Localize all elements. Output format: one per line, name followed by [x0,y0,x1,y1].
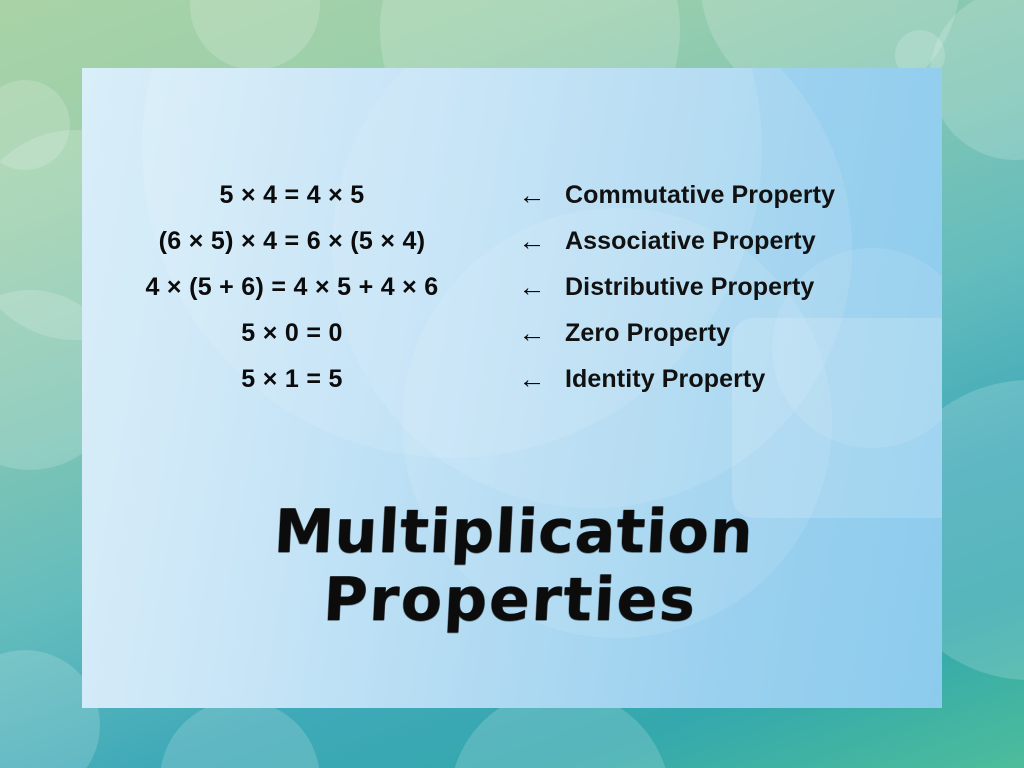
equation-identity: 5 × 1 = 5 [241,364,343,393]
left-arrow-icon: ← [518,179,546,210]
equation-zero: 5 × 0 = 0 [241,318,343,347]
title-line-2: Properties [321,565,699,636]
table-row: (6 × 5) × 4 = 6 × (5 × 4) ← Associative … [82,218,942,264]
left-arrow-icon: ← [518,271,546,302]
label-identity-property: Identity Property [565,364,766,393]
equation-distributive: 4 × (5 + 6) = 4 × 5 + 4 × 6 [145,272,439,301]
table-row: 5 × 1 = 5 ← Identity Property [82,356,942,402]
left-arrow-icon: ← [518,363,546,394]
properties-table: 5 × 4 = 4 × 5 ← Commutative Property (6 … [82,172,942,402]
table-row: 4 × (5 + 6) = 4 × 5 + 4 × 6 ← Distributi… [82,264,942,310]
left-arrow-icon: ← [518,225,546,256]
table-row: 5 × 0 = 0 ← Zero Property [82,310,942,356]
equation-associative: (6 × 5) × 4 = 6 × (5 × 4) [158,226,426,255]
title-line-1: Multiplication [272,497,756,567]
label-commutative-property: Commutative Property [565,180,836,209]
table-row: 5 × 4 = 4 × 5 ← Commutative Property [82,172,942,218]
page-title: Multiplication Properties [82,497,942,636]
slide-card: 5 × 4 = 4 × 5 ← Commutative Property (6 … [82,68,942,708]
label-distributive-property: Distributive Property [565,272,815,301]
label-associative-property: Associative Property [565,226,816,255]
left-arrow-icon: ← [518,317,546,348]
equation-commutative: 5 × 4 = 4 × 5 [219,180,365,209]
label-zero-property: Zero Property [565,318,731,347]
